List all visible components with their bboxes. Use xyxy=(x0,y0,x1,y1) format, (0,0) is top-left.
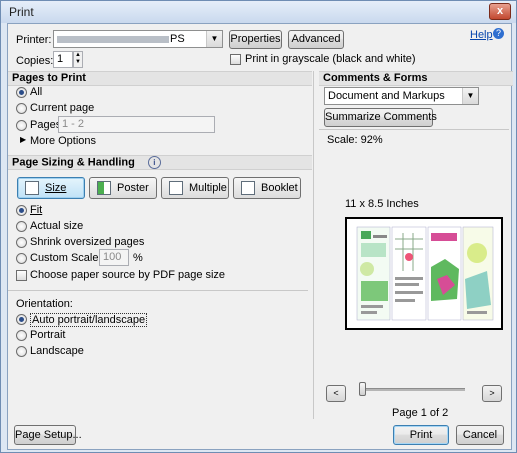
pages-range-label: Pages xyxy=(30,119,62,131)
page-slider-thumb[interactable] xyxy=(359,382,366,396)
print-button[interactable]: Print xyxy=(393,425,449,445)
booklet-button-label: Booklet xyxy=(261,182,298,194)
all-pages-radio[interactable] xyxy=(16,87,27,98)
paper-size-label: 11 x 8.5 Inches xyxy=(345,198,419,210)
chevron-down-icon: ▼ xyxy=(462,88,478,104)
booklet-icon xyxy=(241,181,255,195)
pages-to-print-header: Pages to Print xyxy=(8,71,312,86)
paper-source-checkbox[interactable] xyxy=(16,270,27,281)
auto-orientation-radio[interactable] xyxy=(16,314,27,325)
page-indicator: Page 1 of 2 xyxy=(392,407,449,419)
landscape-radio[interactable] xyxy=(16,346,27,357)
comments-forms-select[interactable]: Document and Markups ▼ xyxy=(324,87,479,105)
auto-orientation-label: Auto portrait/landscape xyxy=(30,313,148,327)
page-sizing-header: Page Sizing & Handling i xyxy=(8,155,312,170)
title-bar: Print x xyxy=(1,1,516,23)
landscape-label: Landscape xyxy=(30,345,84,357)
cancel-button[interactable]: Cancel xyxy=(456,425,504,445)
advanced-button[interactable]: Advanced xyxy=(288,30,344,49)
help-link[interactable]: Help xyxy=(470,29,493,41)
poster-button-label: Poster xyxy=(117,182,149,194)
close-button[interactable]: x xyxy=(489,3,511,20)
size-button[interactable]: Size xyxy=(17,177,85,199)
fit-radio[interactable] xyxy=(16,205,27,216)
page-slider-track[interactable] xyxy=(359,388,465,391)
scale-readout: Scale: 92% xyxy=(327,134,383,146)
comments-forms-header: Comments & Forms xyxy=(319,71,513,86)
custom-scale-radio[interactable] xyxy=(16,253,27,264)
shrink-oversized-radio[interactable] xyxy=(16,237,27,248)
orientation-label: Orientation: xyxy=(16,298,73,310)
custom-scale-input[interactable]: 100 xyxy=(99,249,129,266)
size-button-label: Size xyxy=(45,182,67,194)
vertical-divider xyxy=(313,71,314,419)
dialog-body: Printer: PS ▼ Properties Advanced Help ?… xyxy=(7,23,513,450)
percent-label: % xyxy=(133,252,143,264)
shrink-oversized-label: Shrink oversized pages xyxy=(30,236,145,248)
actual-size-label: Actual size xyxy=(30,220,84,232)
multiple-icon xyxy=(169,181,183,195)
chevron-down-icon: ▼ xyxy=(206,31,222,47)
current-page-radio[interactable] xyxy=(16,103,27,114)
copies-label: Copies: xyxy=(16,55,54,67)
preview-thumbnail xyxy=(356,226,494,321)
printer-label: Printer: xyxy=(16,34,52,46)
copies-input[interactable]: 1 xyxy=(53,51,73,68)
help-icon[interactable]: ? xyxy=(493,28,504,39)
printer-select[interactable]: PS ▼ xyxy=(53,30,223,48)
more-options-toggle[interactable]: More Options xyxy=(30,135,96,147)
pages-range-input[interactable]: 1 - 2 xyxy=(58,116,215,133)
portrait-label: Portrait xyxy=(30,329,66,341)
portrait-radio[interactable] xyxy=(16,330,27,341)
comments-forms-value: Document and Markups xyxy=(328,90,445,102)
info-icon[interactable]: i xyxy=(147,156,161,169)
copies-spinner[interactable]: ▲ ▼ xyxy=(73,51,83,68)
pages-range-radio[interactable] xyxy=(16,120,27,131)
booklet-button[interactable]: Booklet xyxy=(233,177,301,199)
page-setup-button[interactable]: Page Setup... xyxy=(14,425,82,445)
printer-name-redacted xyxy=(57,35,169,43)
next-page-button[interactable]: > xyxy=(482,385,502,402)
fit-label: Fit xyxy=(30,204,43,216)
actual-size-radio[interactable] xyxy=(16,221,27,232)
print-dialog: Print x Printer: PS ▼ Properties Advance… xyxy=(0,0,517,453)
size-icon xyxy=(25,181,39,195)
poster-button[interactable]: Poster xyxy=(89,177,157,199)
current-page-label: Current page xyxy=(30,102,95,114)
summarize-comments-button[interactable]: Summarize Comments xyxy=(324,108,437,127)
window-title: Print xyxy=(9,5,34,19)
previous-page-button[interactable]: < xyxy=(326,385,346,402)
divider xyxy=(8,290,308,291)
grayscale-checkbox[interactable] xyxy=(230,54,241,65)
printer-value: PS xyxy=(170,33,185,45)
custom-scale-label: Custom Scale: xyxy=(30,252,102,264)
divider xyxy=(319,129,509,130)
expand-arrow-icon[interactable]: ▶ xyxy=(20,135,26,144)
multiple-button-label: Multiple xyxy=(189,182,227,194)
paper-source-label: Choose paper source by PDF page size xyxy=(30,269,226,281)
grayscale-label: Print in grayscale (black and white) xyxy=(245,53,416,65)
page-sizing-title: Page Sizing & Handling xyxy=(12,156,135,169)
poster-icon xyxy=(97,181,111,195)
multiple-button[interactable]: Multiple xyxy=(161,177,229,199)
properties-button[interactable]: Properties xyxy=(229,30,282,49)
all-pages-label: All xyxy=(30,86,43,98)
page-preview xyxy=(345,217,503,330)
